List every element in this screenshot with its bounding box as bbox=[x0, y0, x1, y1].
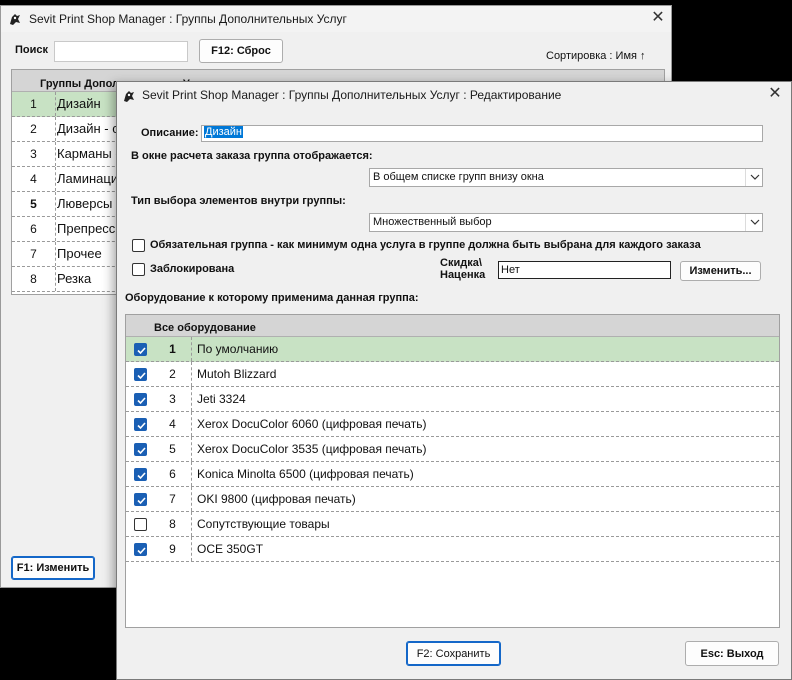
equipment-name: Jeti 3324 bbox=[197, 392, 246, 406]
equipment-name: OCE 350GT bbox=[197, 542, 264, 556]
table-row[interactable]: 9 OCE 350GT bbox=[126, 537, 779, 562]
row-number: 1 bbox=[12, 92, 56, 116]
equipment-grid: Все оборудование 1 По умолчанию 2 Mutoh Bli… bbox=[125, 314, 780, 628]
row-number: 7 bbox=[154, 487, 192, 511]
table-row[interactable]: 3 Jeti 3324 bbox=[126, 387, 779, 412]
background-close-icon[interactable]: ✕ bbox=[646, 7, 670, 29]
equipment-name: Xerox DocuColor 3535 (цифровая печать) bbox=[197, 442, 427, 456]
checkbox-cell bbox=[126, 362, 154, 386]
equipment-name: Сопутствующие товары bbox=[197, 517, 330, 531]
checked-checkbox[interactable] bbox=[134, 493, 147, 506]
row-number: 2 bbox=[12, 117, 56, 141]
equipment-name: OKI 9800 (цифровая печать) bbox=[197, 492, 356, 506]
equipment-name: По умолчанию bbox=[197, 342, 279, 356]
row-name: Прочее bbox=[57, 246, 102, 261]
row-name: Препресс bbox=[57, 221, 116, 236]
table-row[interactable]: 1 По умолчанию bbox=[126, 337, 779, 362]
mandatory-checkbox[interactable] bbox=[132, 239, 145, 252]
row-name: Дизайн bbox=[57, 96, 101, 111]
dialog-titlebar[interactable]: Sevit Print Shop Manager : Группы Дополн… bbox=[117, 82, 791, 108]
checkbox-cell bbox=[126, 487, 154, 511]
checkbox-cell bbox=[126, 337, 154, 361]
row-name: Карманы - bbox=[57, 146, 120, 161]
row-number: 3 bbox=[12, 142, 56, 166]
checkbox-cell bbox=[126, 437, 154, 461]
checked-checkbox[interactable] bbox=[134, 443, 147, 456]
checked-checkbox[interactable] bbox=[134, 468, 147, 481]
search-input[interactable] bbox=[54, 41, 188, 62]
row-number: 5 bbox=[12, 192, 56, 216]
blocked-checkbox[interactable] bbox=[132, 263, 145, 276]
display-label: В окне расчета заказа группа отображаетс… bbox=[131, 150, 373, 162]
row-number: 8 bbox=[154, 512, 192, 536]
checkbox-cell bbox=[126, 512, 154, 536]
background-window-title: Sevit Print Shop Manager : Группы Дополн… bbox=[29, 12, 347, 26]
row-number: 8 bbox=[12, 267, 56, 291]
sort-indicator[interactable]: Сортировка : Имя ↑ bbox=[546, 50, 646, 62]
checked-checkbox[interactable] bbox=[134, 543, 147, 556]
description-value: Дизайн bbox=[204, 126, 243, 138]
description-field[interactable]: Дизайн bbox=[201, 125, 763, 142]
discount-label-line2: Наценка bbox=[440, 269, 486, 281]
row-number: 9 bbox=[154, 537, 192, 561]
row-number: 7 bbox=[12, 242, 56, 266]
row-number: 1 bbox=[154, 337, 192, 361]
table-row[interactable]: 5 Xerox DocuColor 3535 (цифровая печать) bbox=[126, 437, 779, 462]
background-titlebar[interactable]: Sevit Print Shop Manager : Группы Дополн… bbox=[1, 6, 671, 32]
dialog-close-icon[interactable]: ✕ bbox=[763, 83, 787, 105]
table-row[interactable]: 4 Xerox DocuColor 6060 (цифровая печать) bbox=[126, 412, 779, 437]
equipment-name: Konica Minolta 6500 (цифровая печать) bbox=[197, 467, 414, 481]
table-row[interactable]: 6 Konica Minolta 6500 (цифровая печать) bbox=[126, 462, 779, 487]
row-number: 6 bbox=[12, 217, 56, 241]
table-row[interactable]: 8 Сопутствующие товары bbox=[126, 512, 779, 537]
description-label: Описание: bbox=[141, 127, 199, 139]
checked-checkbox[interactable] bbox=[134, 368, 147, 381]
checked-checkbox[interactable] bbox=[134, 418, 147, 431]
selection-type-value: Множественный выбор bbox=[373, 216, 492, 228]
row-number: 3 bbox=[154, 387, 192, 411]
display-select-value: В общем списке групп внизу окна bbox=[373, 171, 544, 183]
unchecked-checkbox[interactable] bbox=[134, 518, 147, 531]
checkbox-cell bbox=[126, 387, 154, 411]
row-number: 2 bbox=[154, 362, 192, 386]
reset-button[interactable]: F12: Сброс bbox=[199, 39, 283, 63]
selection-type-label: Тип выбора элементов внутри группы: bbox=[131, 195, 346, 207]
row-name: Люверсы bbox=[57, 196, 113, 211]
change-button[interactable]: Изменить... bbox=[680, 261, 761, 281]
row-number: 6 bbox=[154, 462, 192, 486]
selection-type-select[interactable]: Множественный выбор bbox=[369, 213, 763, 232]
discount-field[interactable]: Нет bbox=[498, 261, 671, 279]
table-row[interactable]: 7 OKI 9800 (цифровая печать) bbox=[126, 487, 779, 512]
equipment-grid-header[interactable]: Все оборудование bbox=[126, 315, 779, 337]
table-row[interactable]: 2 Mutoh Blizzard bbox=[126, 362, 779, 387]
equipment-name: Xerox DocuColor 6060 (цифровая печать) bbox=[197, 417, 427, 431]
exit-button[interactable]: Esc: Выход bbox=[685, 641, 779, 666]
chevron-down-icon[interactable] bbox=[745, 214, 762, 231]
display-select[interactable]: В общем списке групп внизу окна bbox=[369, 168, 763, 187]
row-number: 5 bbox=[154, 437, 192, 461]
row-name: Дизайн - с bbox=[57, 121, 119, 136]
checkbox-cell bbox=[126, 412, 154, 436]
equipment-name: Mutoh Blizzard bbox=[197, 367, 277, 381]
checkbox-cell bbox=[126, 537, 154, 561]
mandatory-label: Обязательная группа - как минимум одна у… bbox=[150, 239, 701, 251]
row-name: Резка bbox=[57, 271, 92, 286]
edit-button[interactable]: F1: Изменить bbox=[11, 556, 95, 580]
checked-checkbox[interactable] bbox=[134, 343, 147, 356]
app-icon bbox=[121, 88, 137, 104]
save-button[interactable]: F2: Сохранить bbox=[406, 641, 501, 666]
checked-checkbox[interactable] bbox=[134, 393, 147, 406]
blocked-label: Заблокирована bbox=[150, 263, 235, 275]
app-icon bbox=[7, 11, 23, 27]
row-number: 4 bbox=[12, 167, 56, 191]
dialog-title: Sevit Print Shop Manager : Группы Дополн… bbox=[142, 88, 562, 102]
edit-dialog: Sevit Print Shop Manager : Группы Дополн… bbox=[116, 81, 792, 680]
row-name: Ламинаци bbox=[57, 171, 119, 186]
checkbox-cell bbox=[126, 462, 154, 486]
discount-label-line1: Скидка\ bbox=[440, 257, 482, 269]
search-label: Поиск bbox=[15, 44, 49, 56]
row-number: 4 bbox=[154, 412, 192, 436]
chevron-down-icon[interactable] bbox=[745, 169, 762, 186]
equipment-label: Оборудование к которому применима данная… bbox=[125, 292, 419, 304]
